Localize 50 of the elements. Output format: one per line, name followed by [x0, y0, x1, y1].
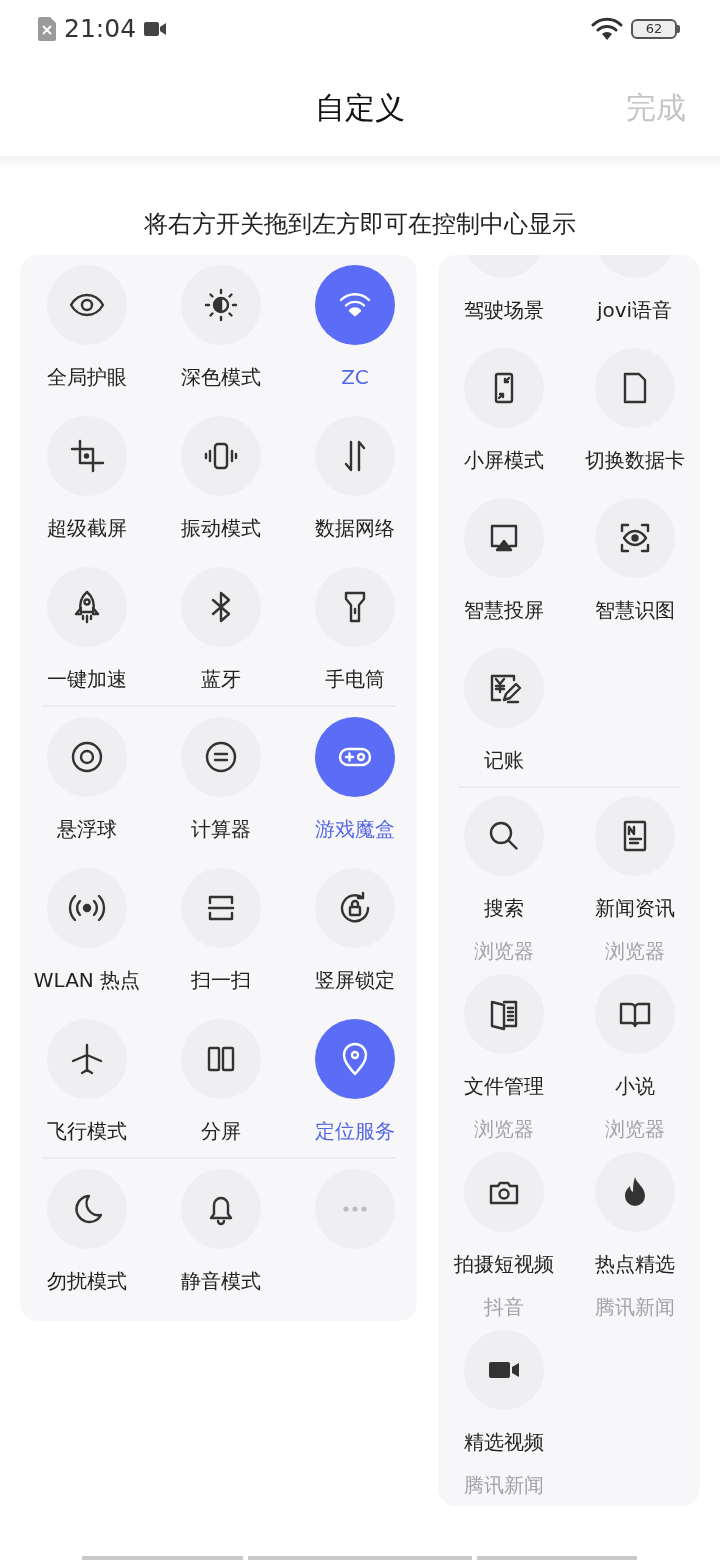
- tile-label: 超级截屏: [47, 515, 127, 541]
- app-source: 浏览器: [604, 938, 665, 964]
- app-source: 浏览器: [473, 1116, 534, 1142]
- tile-label: 拍摄短视频: [453, 1251, 554, 1277]
- app-source: 抖音: [483, 1294, 524, 1320]
- battery-tip: [677, 25, 680, 33]
- app-source: 浏览器: [473, 938, 534, 964]
- tile-label: 悬浮球: [57, 816, 117, 842]
- tile-label: 智慧投屏: [463, 597, 544, 623]
- tile-label: 精选视频: [463, 1429, 544, 1455]
- tile-label: 文件管理: [463, 1073, 544, 1099]
- tile-label: 计算器: [191, 816, 251, 842]
- app-source: 腾讯新闻: [463, 1472, 544, 1498]
- tile-label: 小说: [614, 1073, 655, 1099]
- instruction-text: 将右方开关拖到左方即可在控制中心显示: [143, 209, 577, 240]
- tile-label: 手电筒: [325, 666, 385, 692]
- video-camera-icon: [144, 21, 167, 37]
- tile-label: jovi语音: [596, 297, 673, 323]
- sim-card-icon: [38, 17, 56, 41]
- tile-label: 记账: [483, 747, 524, 773]
- tile-label: 热点精选: [594, 1251, 675, 1277]
- tile-label: 深色模式: [181, 364, 261, 390]
- tile-label: 智慧识图: [594, 597, 675, 623]
- tile-label: 全局护眼: [47, 364, 127, 390]
- tile-label: 扫一扫: [191, 967, 251, 993]
- more-icon: [343, 1206, 367, 1212]
- tile-label: ZC: [341, 364, 369, 390]
- app-source: 浏览器: [604, 1116, 665, 1142]
- app-source: 腾讯新闻: [594, 1294, 675, 1320]
- tile-label: WLAN 热点: [33, 967, 141, 993]
- tile-label: 新闻资讯: [594, 895, 675, 921]
- tile-label: 勿扰模式: [47, 1268, 127, 1294]
- tile-label: 小屏模式: [463, 447, 544, 473]
- tile-label: 游戏魔盒: [315, 816, 395, 842]
- tile-label: 竖屏锁定: [315, 967, 395, 993]
- tile-label: 数据网络: [315, 515, 395, 541]
- tile-label: 定位服务: [315, 1118, 395, 1144]
- tile-label: 分屏: [201, 1118, 241, 1144]
- tile-label: 静音模式: [181, 1268, 261, 1294]
- wifi-icon: [591, 17, 623, 41]
- tile-label: 一键加速: [47, 666, 127, 692]
- page-title: 自定义: [315, 88, 405, 127]
- tile-label: 蓝牙: [201, 666, 241, 692]
- tile-label: 飞行模式: [47, 1118, 127, 1144]
- tile-label: 振动模式: [181, 515, 261, 541]
- tile-label: 切换数据卡: [584, 447, 685, 473]
- battery-indicator: 62: [631, 19, 677, 39]
- tile-label: 驾驶场景: [463, 297, 544, 323]
- tile-label: 搜索: [483, 895, 524, 921]
- clock-time: 21:04: [64, 13, 137, 46]
